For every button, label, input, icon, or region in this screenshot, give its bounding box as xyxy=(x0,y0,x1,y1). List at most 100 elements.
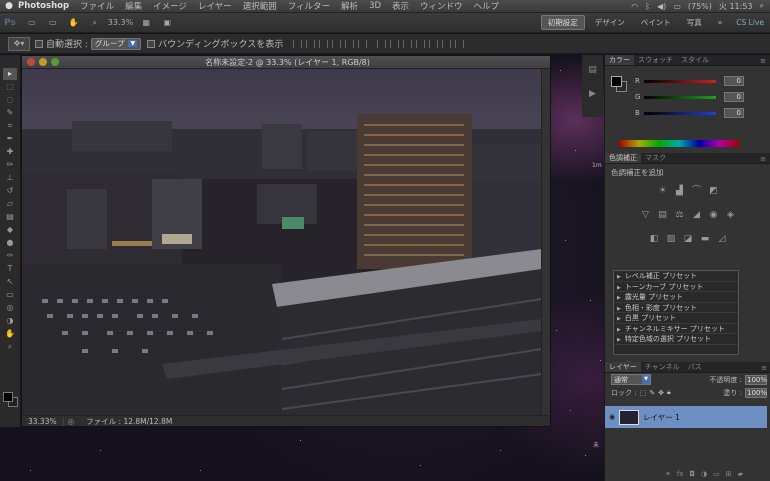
minimize-window-icon[interactable] xyxy=(39,58,47,66)
cs-live-button[interactable]: CS Live xyxy=(736,18,764,27)
tab-styles[interactable]: スタイル xyxy=(677,55,713,65)
delete-layer-icon[interactable]: ▰ xyxy=(738,470,743,478)
history-panel-icon[interactable]: ▤ xyxy=(588,65,597,75)
menubar-clock[interactable]: 火 11:53 xyxy=(719,1,753,12)
menu-view[interactable]: 表示 xyxy=(392,0,409,12)
marquee-tool-icon[interactable]: ⬚ xyxy=(3,81,17,93)
tab-adjustments[interactable]: 色調補正 xyxy=(605,153,641,163)
screen-mode-icon[interactable]: ▣ xyxy=(159,16,175,30)
status-zoom-field[interactable]: 33.33% xyxy=(22,416,64,426)
distribute-left-icon[interactable] xyxy=(416,39,426,48)
new-adjustment-icon[interactable]: ◑ xyxy=(701,470,707,478)
vibrance-icon[interactable]: ▽ xyxy=(640,210,651,221)
spotlight-icon[interactable]: ⌕ xyxy=(760,1,764,11)
tab-masks[interactable]: マスク xyxy=(641,153,670,163)
clone-stamp-tool-icon[interactable]: ⊥ xyxy=(3,172,17,184)
gradient-tool-icon[interactable]: ▤ xyxy=(3,211,17,223)
move-tool-icon[interactable]: ▸ xyxy=(3,68,17,80)
gradient-map-icon[interactable]: ▬ xyxy=(700,234,711,245)
threshold-icon[interactable]: ◪ xyxy=(683,234,694,245)
posterize-icon[interactable]: ▨ xyxy=(666,234,677,245)
levels-icon[interactable]: ▟ xyxy=(674,186,685,197)
lock-all-icon[interactable]: 🔒︎ xyxy=(667,388,671,397)
new-group-icon[interactable]: ▭ xyxy=(713,470,720,478)
mini-bridge-icon[interactable]: ▭ xyxy=(45,16,61,30)
zoom-tool-icon[interactable]: ⌕ xyxy=(87,16,103,30)
panel-menu-icon[interactable]: ≡ xyxy=(760,155,770,163)
blur-tool-icon[interactable]: ◆ xyxy=(3,224,17,236)
workspace-photo-button[interactable]: 写真 xyxy=(681,16,708,29)
blend-mode-dropdown[interactable]: 通常 ▼ xyxy=(611,374,651,385)
zoom-tool-icon[interactable]: ⌕ xyxy=(3,341,17,353)
menu-3d[interactable]: 3D xyxy=(369,1,381,11)
arrange-documents-icon[interactable]: ▦ xyxy=(138,16,154,30)
bridge-icon[interactable]: ▭ xyxy=(24,16,40,30)
menu-file[interactable]: ファイル xyxy=(80,0,114,12)
menu-select[interactable]: 選択範囲 xyxy=(243,0,277,12)
volume-icon[interactable]: ◀) xyxy=(657,2,666,11)
lock-transparent-icon[interactable]: ⬚ xyxy=(640,389,647,397)
align-left-icon[interactable] xyxy=(332,39,342,48)
move-tool-preset-icon[interactable]: ✥▾ xyxy=(8,36,30,51)
eyedropper-tool-icon[interactable]: ✒ xyxy=(3,133,17,145)
eraser-tool-icon[interactable]: ▱ xyxy=(3,198,17,210)
auto-align-icon[interactable] xyxy=(455,39,465,48)
color-spectrum-bar[interactable] xyxy=(619,140,739,147)
tab-paths[interactable]: パス xyxy=(684,362,706,372)
color-balance-icon[interactable]: ⚖ xyxy=(674,210,685,221)
apple-menu-icon[interactable]: ● xyxy=(0,1,18,11)
foreground-color-swatch[interactable] xyxy=(3,392,13,402)
preset-black-white[interactable]: 白黒 プリセット xyxy=(614,313,738,324)
document-vertical-scrollbar[interactable] xyxy=(541,69,550,415)
3d-rotate-tool-icon[interactable]: ◎ xyxy=(3,302,17,314)
green-value-field[interactable]: 0 xyxy=(724,92,744,102)
exposure-icon[interactable]: ◩ xyxy=(708,186,719,197)
distribute-right-icon[interactable] xyxy=(442,39,452,48)
type-tool-icon[interactable]: T xyxy=(3,263,17,275)
menu-filter[interactable]: フィルター xyxy=(288,0,330,12)
menu-analysis[interactable]: 解析 xyxy=(341,0,358,12)
workspace-essentials-button[interactable]: 初期設定 xyxy=(540,15,585,30)
crop-tool-icon[interactable]: ⌗ xyxy=(3,120,17,132)
distribute-bottom-icon[interactable] xyxy=(403,39,413,48)
brightness-contrast-icon[interactable]: ☀ xyxy=(657,186,668,197)
pen-tool-icon[interactable]: ✑ xyxy=(3,250,17,262)
lock-position-icon[interactable]: ✥ xyxy=(658,389,664,397)
lasso-tool-icon[interactable]: ◌ xyxy=(3,94,17,106)
lock-image-icon[interactable]: ✎ xyxy=(649,389,655,397)
auto-select-dropdown[interactable]: グループ ▼ xyxy=(90,37,142,50)
path-select-tool-icon[interactable]: ↖ xyxy=(3,276,17,288)
zoom-window-icon[interactable] xyxy=(51,58,59,66)
invert-icon[interactable]: ◧ xyxy=(649,234,660,245)
3d-orbit-tool-icon[interactable]: ◑ xyxy=(3,315,17,327)
shape-tool-icon[interactable]: ▭ xyxy=(3,289,17,301)
tab-layers[interactable]: レイヤー xyxy=(605,362,641,372)
bounding-box-checkbox[interactable] xyxy=(147,39,156,48)
black-white-icon[interactable]: ◢ xyxy=(691,210,702,221)
hand-tool-icon[interactable]: ✋ xyxy=(3,328,17,340)
menu-app-name[interactable]: Photoshop xyxy=(18,1,69,11)
curves-icon[interactable]: ⌒ xyxy=(691,186,702,197)
preset-curves[interactable]: トーンカーブ プリセット xyxy=(614,282,738,292)
panel-menu-icon[interactable]: ≡ xyxy=(761,364,770,372)
brush-tool-icon[interactable]: ✏ xyxy=(3,159,17,171)
channel-mixer-icon[interactable]: ◈ xyxy=(725,210,736,221)
layer-row[interactable]: ◉ レイヤー 1 xyxy=(605,406,767,428)
workspace-design-button[interactable]: デザイン xyxy=(589,16,631,29)
green-slider[interactable] xyxy=(644,95,716,99)
document-titlebar[interactable]: 名称未設定-2 @ 33.3% (レイヤー 1, RGB/8) xyxy=(22,56,550,69)
bluetooth-icon[interactable]: ᛒ xyxy=(645,2,650,11)
info-icon[interactable]: ◎ xyxy=(64,417,79,426)
new-layer-icon[interactable]: ⊞ xyxy=(726,470,732,478)
blue-value-field[interactable]: 0 xyxy=(724,108,744,118)
auto-select-checkbox[interactable] xyxy=(35,39,43,48)
align-right-icon[interactable] xyxy=(358,39,368,48)
menu-layer[interactable]: レイヤー xyxy=(198,0,232,12)
distribute-hcenter-icon[interactable] xyxy=(429,39,439,48)
menu-image[interactable]: イメージ xyxy=(153,0,187,12)
preset-selective-color[interactable]: 特定色域の選択 プリセット xyxy=(614,334,738,345)
actions-panel-icon[interactable]: ▶ xyxy=(589,89,596,99)
wifi-icon[interactable]: ◠ xyxy=(631,2,638,11)
opacity-field[interactable]: 100% xyxy=(745,374,767,385)
layer-name[interactable]: レイヤー 1 xyxy=(643,412,680,423)
